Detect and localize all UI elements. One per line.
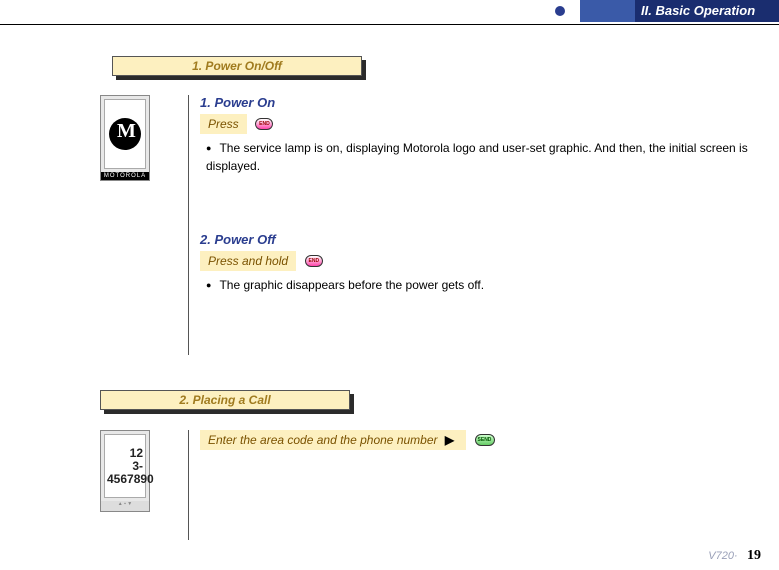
page-number: 19 [747,548,761,563]
instruction-text: Press [200,114,247,134]
phone-illustration-logo: MOTOROLA [100,95,150,181]
phone-screen: 12 3-4567890 [104,434,146,498]
bullet-list: The service lamp is on, displaying Motor… [206,140,769,175]
instruction-text: Enter the area code and the phone number… [200,430,466,450]
send-key-icon [475,434,495,446]
section-title: 2. Placing a Call [100,390,350,410]
end-key-icon [255,118,273,130]
phone-softkey-bar: ▲ ▪ ▼ [101,501,149,511]
header-dot-icon [555,6,565,16]
vertical-divider [188,95,189,355]
model-number: V720· [708,550,737,562]
subheading-power-off: 2. Power Off [200,232,769,247]
bullet-item: The service lamp is on, displaying Motor… [206,140,769,175]
instruction-row: Press and hold [200,251,769,271]
power-on-block: 1. Power On Press The service lamp is on… [200,95,769,177]
motorola-logo-icon [109,118,141,150]
instruction-row: Press [200,114,769,134]
bullet-list: The graphic disappears before the power … [206,277,769,295]
dial-line: 12 [107,447,143,460]
arrow-right-icon: ▶ [441,433,458,447]
header-accent [580,0,635,22]
section-title: 1. Power On/Off [112,56,362,76]
bullet-item: The graphic disappears before the power … [206,277,769,295]
instruction-label: Enter the area code and the phone number [208,433,438,447]
subheading-power-on: 1. Power On [200,95,769,110]
instruction-text: Press and hold [200,251,296,271]
page-footer: V720· 19 [708,548,761,564]
phone-screen [104,99,146,169]
placing-call-block: Enter the area code and the phone number… [200,430,769,450]
page-header: II. Basic Operation [0,0,779,22]
dialed-number: 12 3-4567890 [105,445,145,488]
vertical-divider [188,430,189,540]
motorola-label: MOTOROLA [101,172,149,180]
chapter-title: II. Basic Operation [635,0,779,22]
end-key-icon [305,255,323,267]
header-rule [0,24,779,25]
dial-line: 3-4567890 [107,460,143,486]
instruction-row: Enter the area code and the phone number… [200,430,769,450]
power-off-block: 2. Power Off Press and hold The graphic … [200,232,769,297]
phone-illustration-dial: 12 3-4567890 ▲ ▪ ▼ [100,430,150,512]
